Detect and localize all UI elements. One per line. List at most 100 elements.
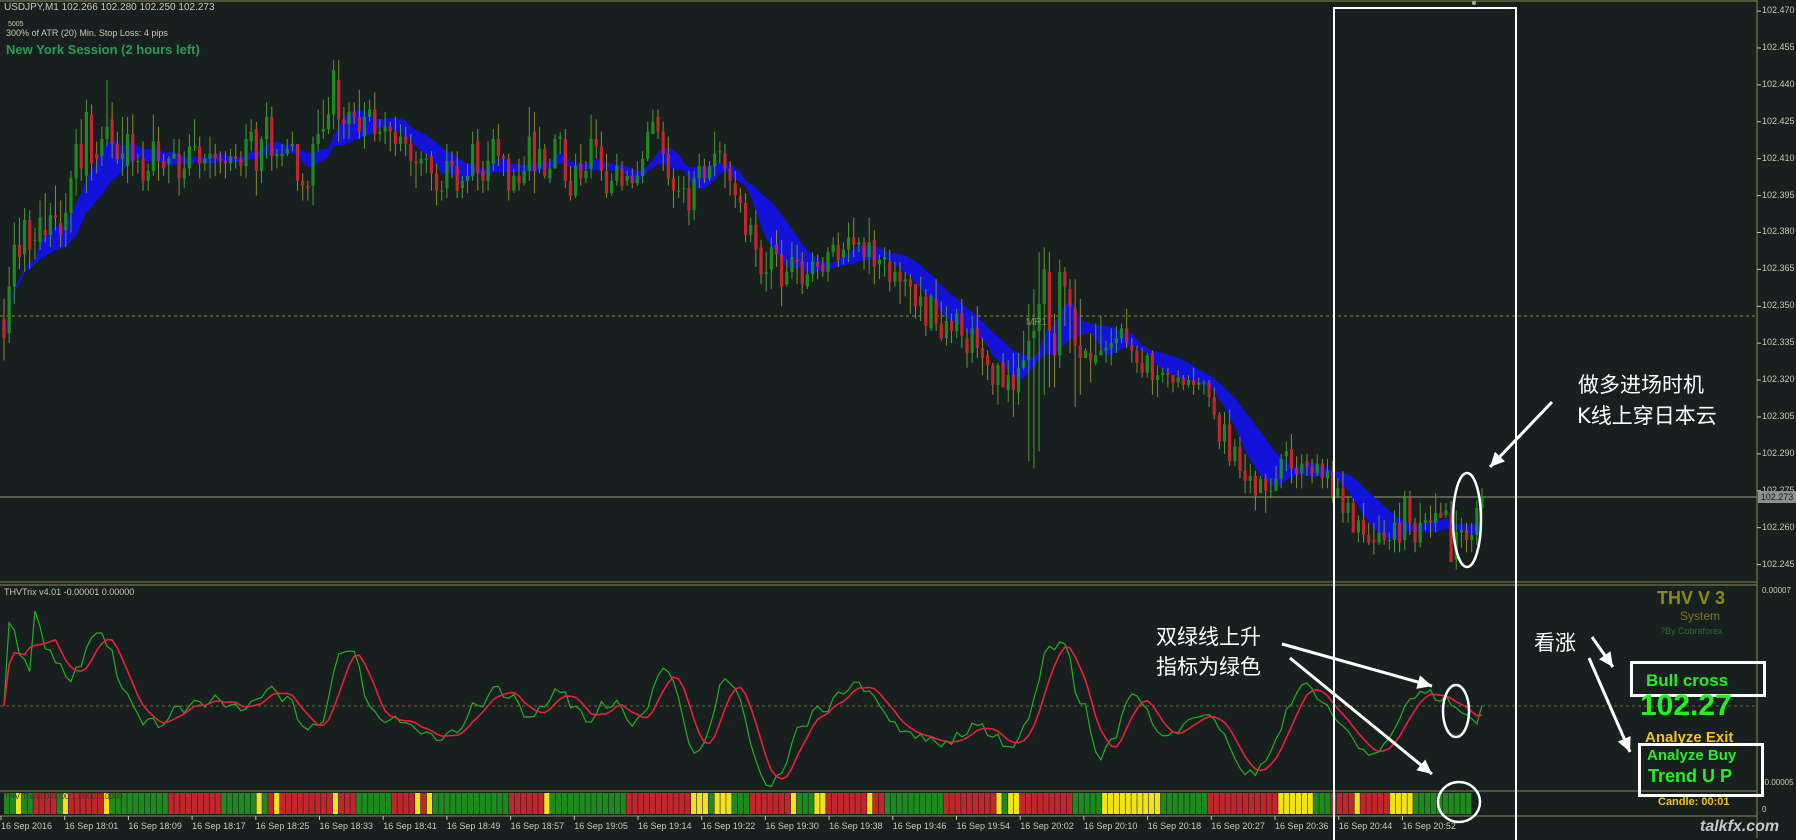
trend-bar-cell [1237, 793, 1243, 814]
candle-body [270, 116, 274, 157]
candle-timer: Candle: 00:01 [1658, 796, 1730, 808]
candle-body [357, 116, 361, 132]
trend-bar-cell [1107, 793, 1114, 814]
candle-body [1207, 382, 1211, 398]
trend-bar-cell [450, 793, 456, 814]
candle-body [1145, 355, 1149, 373]
price-axis-label: 102.260 [1762, 521, 1795, 532]
trend-bar-cell [520, 793, 527, 814]
price-axis-label: 102.425 [1762, 115, 1795, 126]
candle-body [223, 161, 228, 164]
candle-body [496, 138, 500, 157]
candle-body [1228, 424, 1232, 462]
time-axis-label: 16 Sep 19:14 [638, 821, 692, 831]
candle-body [125, 134, 130, 167]
trend-bar-cell [256, 793, 262, 814]
candle-body [707, 166, 712, 179]
trend-bar-cell [867, 793, 873, 814]
trend-bar-cell [1043, 793, 1049, 814]
candle-body [146, 170, 150, 181]
thv-price: 102.27 [1640, 689, 1732, 722]
candle-body [1284, 451, 1288, 457]
candle-body [228, 156, 233, 164]
candle-body [764, 271, 768, 275]
candle-body [877, 259, 882, 265]
trend-bar-cell [186, 793, 192, 814]
candle-body [738, 195, 743, 203]
trend-label: Trend U P [1648, 766, 1733, 786]
candle-body [1083, 350, 1088, 358]
candle-body [259, 138, 264, 171]
trend-bar-cell [602, 793, 609, 814]
trend-bar-cell [826, 793, 832, 814]
candle-body [2, 318, 6, 339]
candle-body [666, 153, 670, 179]
candle-body [1114, 338, 1118, 344]
trend-bar-cell [544, 793, 550, 814]
trend-bar-cell [191, 793, 198, 814]
trend-bar-cell [714, 793, 720, 814]
candle-body [507, 158, 511, 191]
candle-body [110, 119, 114, 144]
trend-bar-cell [420, 793, 427, 814]
candle-body [218, 158, 222, 162]
candle-body [903, 279, 907, 282]
trend-bar-cell [268, 793, 274, 814]
trend-bar-cell [297, 793, 303, 814]
candle-body [105, 126, 109, 139]
trend-bar-cell [837, 793, 844, 814]
trend-bar-cell [761, 793, 767, 814]
candle-body [790, 257, 794, 272]
candle-body [862, 242, 866, 258]
trend-bar-cell [397, 793, 403, 814]
price-chart[interactable] [0, 0, 1796, 838]
trend-bar-cell [679, 793, 685, 814]
trend-bar-cell [139, 793, 145, 814]
candle-body [434, 173, 439, 191]
candle-body [852, 237, 856, 245]
time-axis-label: 16 Sep 19:30 [765, 821, 819, 831]
candle-body [986, 355, 990, 366]
trend-bar-cell [943, 793, 949, 814]
trend-bar-cell [1178, 793, 1184, 814]
candle-body [429, 156, 434, 174]
candle-body [1104, 348, 1108, 351]
candle-body [398, 136, 403, 144]
trend-bar-cell [338, 793, 344, 814]
candle-body [38, 217, 42, 243]
trend-bar-cell [585, 793, 591, 814]
candle-body [651, 121, 655, 135]
trend-bar-cell [150, 793, 157, 814]
trend-bar-cell [1225, 793, 1231, 814]
candle-body [352, 111, 356, 117]
candle-body [949, 321, 954, 331]
trend-bar-cell [855, 793, 861, 814]
thv-system-label: System [1680, 609, 1721, 623]
candle-body [162, 161, 166, 169]
trend-bar-cell [203, 793, 209, 814]
candle-body [996, 365, 1000, 385]
trend-bar-cell [197, 793, 204, 814]
candle-body [440, 190, 444, 192]
candle-body [893, 271, 897, 282]
candle-body [702, 166, 706, 179]
candle-body [23, 220, 27, 255]
time-axis-label: 16 Sep 18:33 [319, 821, 374, 831]
trend-bar-cell [1307, 793, 1313, 814]
trend-bar-cell [127, 793, 133, 814]
candle-body [780, 254, 784, 287]
candle-body [980, 348, 985, 358]
candle-body [1011, 375, 1015, 390]
candle-body [1258, 478, 1263, 494]
candle-body [43, 230, 47, 235]
candle-body [883, 257, 887, 260]
small-tag: 5005 [8, 21, 24, 28]
trend-bar-cell [156, 793, 162, 814]
candle-body [1186, 380, 1191, 385]
trend-bar-cell [1049, 793, 1055, 814]
trend-bar-cell [403, 793, 409, 814]
trend-bar-cell [356, 793, 362, 814]
candle-body [476, 141, 480, 174]
candle-body [53, 215, 58, 218]
candle-body [17, 244, 22, 258]
